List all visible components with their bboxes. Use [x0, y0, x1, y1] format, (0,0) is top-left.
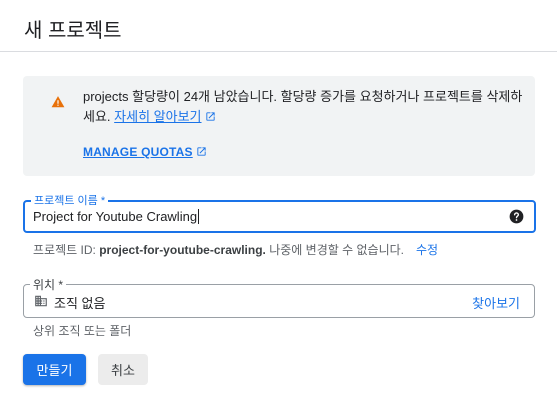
manage-quotas-link[interactable]: MANAGE QUOTAS — [83, 145, 207, 159]
organization-icon — [35, 295, 47, 307]
manage-quotas-label: MANAGE QUOTAS — [83, 145, 193, 159]
location-helper-text: 상위 조직 또는 폴더 — [33, 324, 132, 338]
location-value: 조직 없음 — [54, 296, 106, 311]
edit-project-id-link[interactable]: 수정 — [416, 243, 438, 257]
dialog-title: 새 프로젝트 — [24, 20, 122, 42]
learn-more-label: 자세히 알아보기 — [114, 109, 202, 124]
project-name-input[interactable]: Project for Youtube Crawling — [33, 209, 200, 224]
header-divider — [0, 51, 557, 52]
external-link-icon — [197, 147, 206, 156]
quota-alert: projects 할당량이 24개 남았습니다. 할당량 증가를 요청하거나 프… — [23, 76, 535, 176]
project-id-line: 프로젝트 ID: project-for-youtube-crawling. 나… — [33, 241, 438, 258]
warning-icon — [51, 96, 65, 108]
project-id-value: project-for-youtube-crawling. — [99, 243, 266, 257]
location-field[interactable]: 위치 * 조직 없음 찾아보기 — [23, 276, 535, 318]
alert-message: projects 할당량이 24개 남았습니다. 할당량 증가를 요청하거나 프… — [83, 87, 523, 127]
project-name-label: 프로젝트 이름 * — [31, 192, 109, 208]
external-link-icon — [205, 112, 215, 121]
project-id-note: 나중에 변경할 수 없습니다. — [269, 243, 404, 257]
browse-button[interactable]: 찾아보기 — [472, 293, 520, 312]
location-label: 위치 * — [30, 276, 67, 293]
project-name-value: Project for Youtube Crawling — [33, 209, 198, 224]
cancel-button[interactable]: 취소 — [98, 354, 148, 385]
learn-more-link[interactable]: 자세히 알아보기 — [114, 109, 215, 124]
project-id-prefix: 프로젝트 ID: — [33, 243, 96, 257]
create-button[interactable]: 만들기 — [23, 354, 86, 385]
text-cursor — [198, 209, 200, 224]
help-icon[interactable] — [509, 209, 524, 224]
project-name-field[interactable]: 프로젝트 이름 * Project for Youtube Crawling — [23, 192, 536, 233]
